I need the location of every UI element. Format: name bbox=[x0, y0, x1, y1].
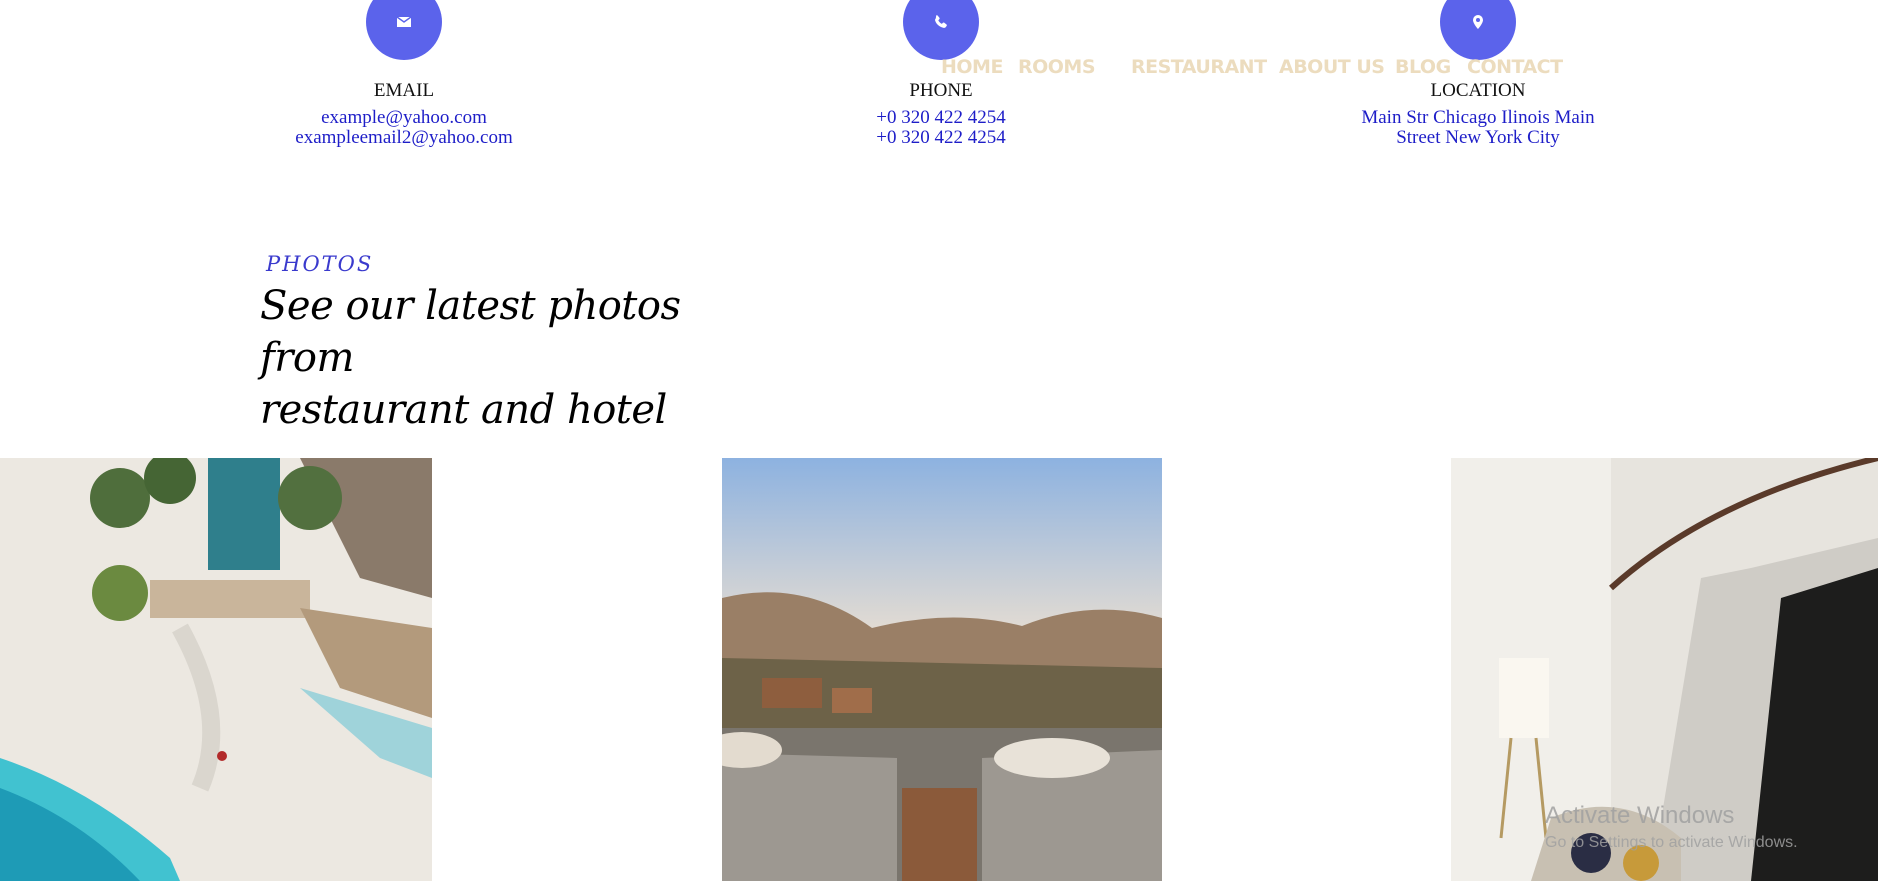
location-label: LOCATION bbox=[1430, 80, 1526, 101]
beach-aerial-image bbox=[0, 458, 432, 881]
map-pin-icon bbox=[1473, 15, 1483, 29]
envelope-icon bbox=[396, 16, 412, 27]
email-link[interactable]: example@yahoo.com bbox=[254, 108, 554, 128]
gallery-photo-beach[interactable] bbox=[0, 458, 432, 881]
heading-line: See our latest photos from bbox=[260, 283, 681, 381]
nav-about-us[interactable]: ABOUT US bbox=[1279, 56, 1385, 78]
email-badge bbox=[366, 0, 442, 60]
phone-badge bbox=[903, 0, 979, 60]
location-badge bbox=[1440, 0, 1516, 60]
nav-restaurant[interactable]: RESTAURANT bbox=[1131, 56, 1267, 78]
nav-contact[interactable]: CONTACT bbox=[1467, 56, 1563, 78]
phone-link[interactable]: +0 320 422 4254 bbox=[791, 108, 1091, 128]
email-link[interactable]: exampleemail2@yahoo.com bbox=[254, 128, 554, 148]
nav-rooms[interactable]: ROOMS bbox=[1018, 56, 1096, 78]
nav-blog[interactable]: BLOG bbox=[1395, 56, 1451, 78]
nav-home[interactable]: HOME bbox=[941, 56, 1003, 78]
watermark-title: Activate Windows bbox=[1545, 802, 1735, 829]
email-label: EMAIL bbox=[373, 80, 435, 101]
gallery-photo-terrace[interactable] bbox=[722, 458, 1162, 881]
phone-icon bbox=[935, 15, 947, 28]
address-line[interactable]: Street New York City bbox=[1328, 128, 1628, 148]
watermark-subtitle: Go to Settings to activate Windows. bbox=[1545, 834, 1798, 851]
address-line[interactable]: Main Str Chicago Ilinois Main bbox=[1328, 108, 1628, 128]
section-eyebrow: PHOTOS bbox=[266, 252, 374, 276]
phone-label: PHONE bbox=[909, 80, 973, 101]
section-heading: See our latest photos from restaurant an… bbox=[260, 280, 780, 436]
phone-link[interactable]: +0 320 422 4254 bbox=[791, 128, 1091, 148]
windows-activation-watermark: Activate Windows Go to Settings to activ… bbox=[1545, 802, 1798, 852]
mountain-terrace-image bbox=[722, 458, 1162, 881]
heading-line: restaurant and hotel bbox=[260, 387, 667, 433]
